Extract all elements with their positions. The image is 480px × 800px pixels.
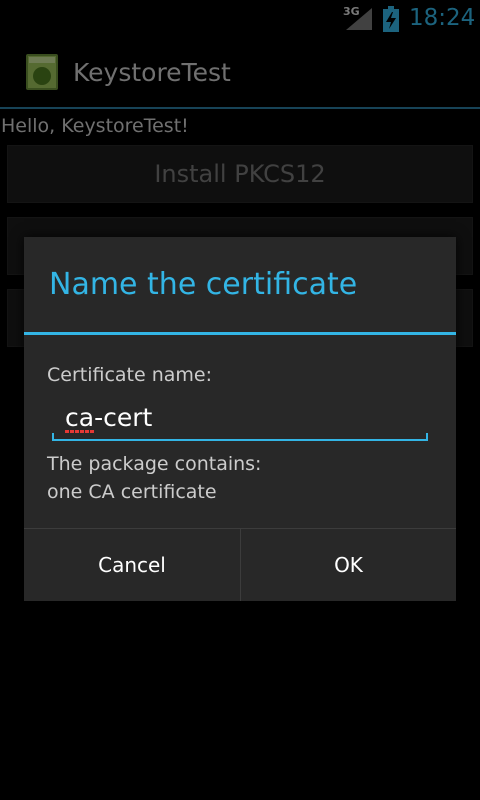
dialog-title: Name the certificate [49, 267, 358, 302]
cancel-button[interactable]: Cancel [24, 529, 240, 601]
name-certificate-dialog: Name the certificate Certificate name: T… [24, 237, 456, 601]
spellcheck-underline [65, 430, 94, 433]
ok-button[interactable]: OK [241, 529, 456, 601]
input-underline-left-tick [52, 433, 54, 440]
input-underline [52, 439, 428, 441]
certificate-name-label: Certificate name: [47, 364, 213, 386]
dialog-title-divider [24, 332, 456, 335]
input-underline-right-tick [426, 433, 428, 440]
package-message-line-1: The package contains: [47, 453, 262, 475]
certificate-name-input[interactable] [52, 397, 428, 437]
package-message-line-2: one CA certificate [47, 481, 217, 503]
